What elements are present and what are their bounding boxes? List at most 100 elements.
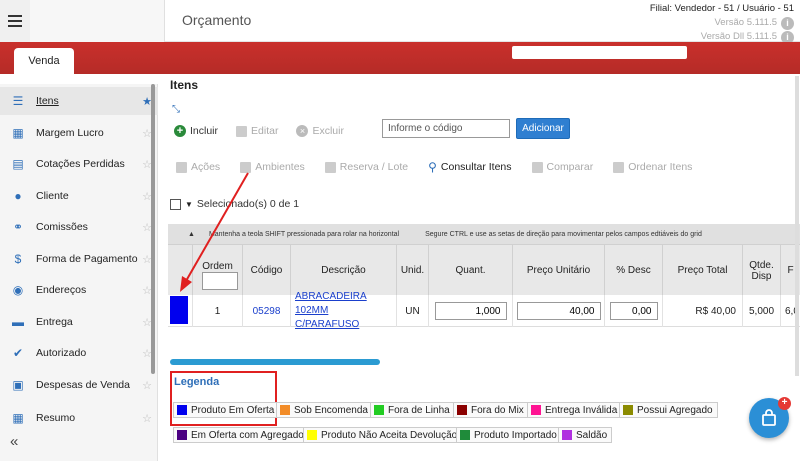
legend-label: Sob Encomenda — [294, 404, 368, 416]
info-icon[interactable]: i — [781, 16, 794, 30]
col-codigo[interactable]: Código — [242, 245, 290, 296]
star-icon[interactable]: ☆ — [142, 412, 152, 425]
col-preco-unitario[interactable]: Preço Unitário — [512, 245, 604, 296]
ordenar-itens-button[interactable]: Ordenar Itens — [613, 161, 692, 173]
caret-up-icon[interactable]: ▲ — [188, 231, 195, 238]
edit-icon — [236, 125, 248, 137]
dollar-icon: $ — [14, 252, 22, 266]
actions-toolbar: Ações Ambientes Reserva / Lote ⚲ Consulta… — [176, 158, 712, 176]
sidebar-item-despesas-venda[interactable]: ▣ Despesas de Venda ☆ — [0, 371, 158, 399]
adicionar-button[interactable]: Adicionar — [516, 118, 570, 139]
user-icon: ● — [14, 189, 22, 203]
legend-swatch — [280, 405, 290, 415]
legend-item: Em Oferta com Agregado — [173, 427, 309, 443]
code-input[interactable] — [382, 119, 510, 138]
sidebar-item-label: Endereços — [36, 284, 87, 296]
sidebar-item-cotacoes-perdidas[interactable]: ▤ Cotações Perdidas ☆ — [0, 150, 158, 178]
top-bar: Orçamento Filial: Vendedor - 51 / Usuári… — [0, 0, 800, 44]
legend-item: Possui Agregado — [619, 402, 718, 418]
grid-header: Ordem Código Descrição Unid. Quant. Preç… — [168, 244, 800, 296]
description-link[interactable]: ABRACADEIRA 102MM C/PARAFUSO — [291, 290, 396, 332]
row-status-color — [170, 296, 188, 324]
sidebar-item-label: Forma de Pagamento — [36, 253, 138, 265]
sidebar-scrollbar[interactable] — [151, 84, 155, 374]
editar-label: Editar — [251, 125, 279, 137]
ordem-filter-input[interactable] — [202, 272, 238, 290]
ambientes-button[interactable]: Ambientes — [240, 161, 305, 173]
table-row[interactable]: 1 05298 ABRACADEIRA 102MM C/PARAFUSO UN … — [168, 291, 800, 330]
comparar-button[interactable]: Comparar — [531, 161, 594, 173]
col-desc[interactable]: % Desc — [604, 245, 662, 296]
sidebar-item-cliente[interactable]: ● Cliente ☆ — [0, 182, 158, 210]
excluir-button[interactable]: × Excluir — [296, 125, 344, 137]
sidebar-item-label: Comissões — [36, 221, 88, 233]
grid-hint-2: Segure CTRL e use as setas de direção pa… — [425, 230, 702, 238]
star-icon[interactable]: ☆ — [142, 379, 152, 392]
col-unid[interactable]: Unid. — [396, 245, 428, 296]
quantity-input[interactable] — [434, 302, 507, 320]
cell-qtde-disp: 5,000 — [742, 295, 780, 327]
selected-count: Selecionado(s) 0 de 1 — [196, 198, 300, 210]
sidebar-item-comissoes[interactable]: ⚭ Comissões ☆ — [0, 213, 158, 241]
col-qtde-disp[interactable]: Qtde. Disp — [742, 245, 780, 296]
tab-venda[interactable]: Venda — [14, 48, 74, 74]
sidebar-item-itens[interactable]: ☰ Itens ★ — [0, 87, 158, 115]
excluir-label: Excluir — [312, 125, 344, 137]
editar-button[interactable]: Editar — [236, 125, 278, 137]
sidebar-item-enderecos[interactable]: ◉ Endereços ☆ — [0, 276, 158, 304]
user-check-icon: ✔ — [12, 346, 24, 360]
legend-item: Fora do Mix — [453, 402, 529, 418]
unit-price-input[interactable] — [516, 302, 601, 320]
main-content: Itens ⤡ + Incluir Editar ×Excluir Adicion… — [168, 74, 800, 461]
section-title: Itens — [170, 78, 199, 92]
main-scrollbar[interactable] — [795, 76, 799, 376]
grid-horizontal-scrollbar[interactable] — [170, 359, 380, 365]
col-descricao[interactable]: Descrição — [290, 245, 396, 296]
legend-label: Produto Em Oferta — [191, 404, 275, 416]
col-quant[interactable]: Quant. — [428, 245, 512, 296]
cell-preco-total: R$ 40,00 — [662, 295, 742, 327]
sidebar-item-margem-lucro[interactable]: ▦ Margem Lucro ☆ — [0, 119, 158, 147]
shopping-bag-icon — [762, 409, 776, 426]
legend-label: Entrega Inválida — [545, 404, 618, 416]
cell-codigo[interactable]: 05298 — [242, 295, 290, 327]
reserva-lote-button[interactable]: Reserva / Lote — [324, 161, 408, 173]
handshake-icon: ⚭ — [12, 220, 24, 234]
comparar-label: Comparar — [546, 161, 594, 173]
menu-icon[interactable] — [0, 0, 30, 42]
cell-quant — [428, 295, 512, 327]
consultar-itens-button[interactable]: ⚲ Consultar Itens — [428, 160, 511, 174]
cart-badge: + — [778, 397, 791, 410]
cell-descricao: ABRACADEIRA 102MM C/PARAFUSO — [290, 291, 396, 330]
caret-down-icon[interactable]: ▼ — [185, 200, 193, 209]
sidebar-item-autorizado[interactable]: ✔ Autorizado ☆ — [0, 339, 158, 367]
legend-item: Produto Não Aceita Devolução — [303, 427, 463, 443]
incluir-button[interactable]: + Incluir — [174, 125, 218, 137]
sidebar-item-label: Entrega — [36, 316, 73, 328]
map-pin-icon: ◉ — [12, 283, 24, 297]
col-preco-total[interactable]: Preço Total — [662, 245, 742, 296]
filial-text: Filial: Vendedor - 51 / Usuário - 51 — [649, 3, 794, 14]
sidebar-item-label: Resumo — [36, 412, 76, 424]
legend-title: Legenda — [174, 376, 220, 388]
sidebar-item-resumo[interactable]: ▦ Resumo ☆ — [0, 404, 158, 432]
sidebar-item-forma-pagamento[interactable]: $ Forma de Pagamento ☆ — [0, 245, 158, 273]
logo-area — [30, 0, 165, 42]
sidebar: ☰ Itens ★ ▦ Margem Lucro ☆ ▤ Cotações Pe… — [0, 84, 158, 461]
cell-desc — [604, 295, 662, 327]
discount-input[interactable] — [609, 302, 658, 320]
incluir-label: Incluir — [190, 125, 219, 137]
legend-item: Produto Em Oferta — [173, 402, 280, 418]
collapse-sidebar-icon[interactable]: « — [10, 433, 18, 450]
sort-icon — [613, 161, 625, 173]
legend-label: Em Oferta com Agregado — [191, 429, 304, 441]
summary-icon: ▦ — [12, 411, 24, 425]
page-title: Orçamento — [182, 12, 252, 28]
sidebar-item-label: Cliente — [36, 190, 69, 202]
sidebar-item-entrega[interactable]: ▬ Entrega ☆ — [0, 308, 158, 336]
legend-label: Produto Importado — [474, 429, 557, 441]
select-all-checkbox[interactable] — [170, 198, 181, 210]
acoes-button[interactable]: Ações — [176, 161, 220, 173]
expand-icon[interactable]: ⤡ — [172, 104, 180, 115]
legend-swatch — [460, 430, 470, 440]
